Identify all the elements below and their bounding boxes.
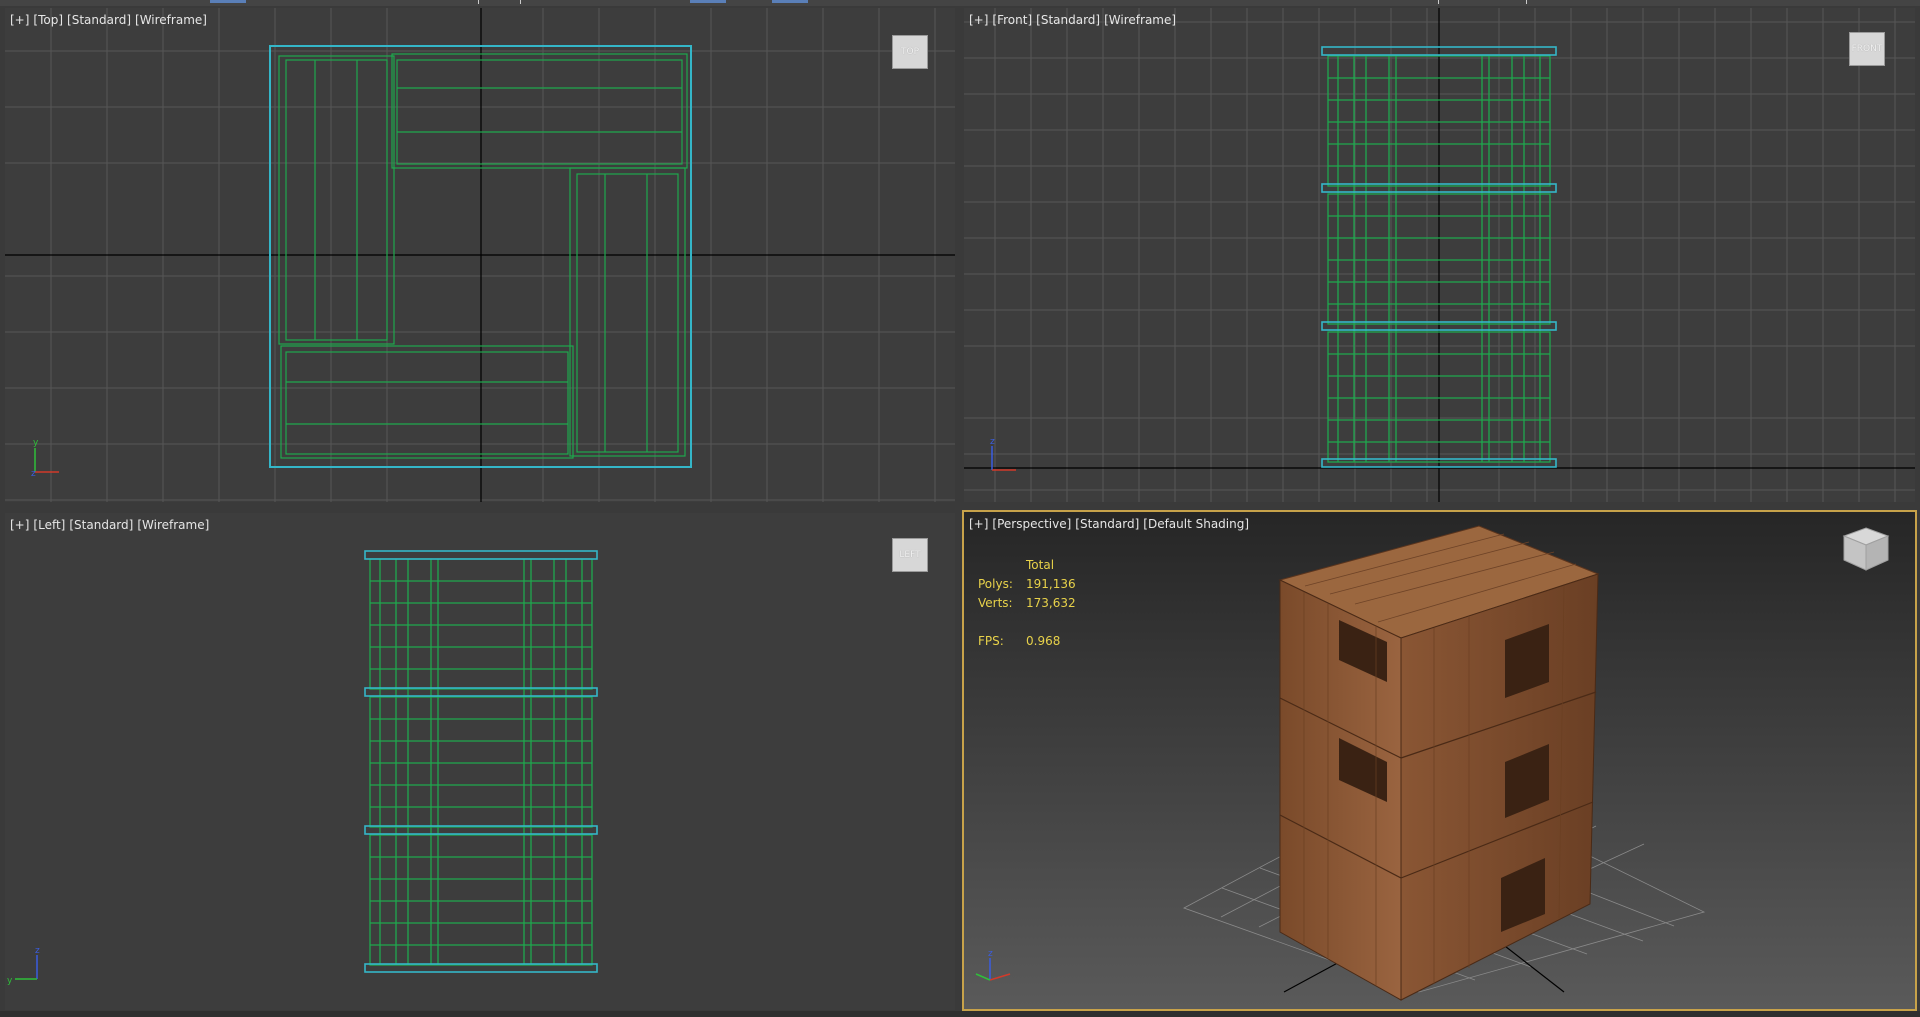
viewport-menu-plus[interactable]: [+] [969,517,988,531]
svg-text:y: y [7,976,13,986]
perspective-canvas[interactable]: z [964,512,1915,1009]
viewport-point-of-view[interactable]: [Front] [992,13,1032,27]
polys-value: 191,136 [1026,577,1076,591]
crate-wireframe-left [369,558,593,966]
verts-value: 173,632 [1026,596,1076,610]
viewport-standard-menu[interactable]: [Standard] [1075,517,1139,531]
svg-text:z: z [990,437,995,447]
viewport-top[interactable]: y z [+] [Top] [Standard] [Wireframe] TOP [5,8,955,502]
viewcube-icon[interactable]: TOP [892,35,928,69]
svg-text:y: y [33,438,39,448]
verts-label: Verts: [978,596,1013,610]
viewport-label-perspective[interactable]: [+] [Perspective] [Standard] [Default Shadi… [969,517,1253,531]
viewport-shading-menu[interactable]: [Default Shading] [1143,517,1249,531]
fps-label: FPS: [978,634,1004,648]
viewport-shading-menu[interactable]: [Wireframe] [137,518,209,532]
top-toolbar-strip [0,0,1920,6]
viewport-standard-menu[interactable]: [Standard] [67,13,131,27]
viewport-perspective[interactable]: z [+] [Perspective] [Standard] [Default Sha… [962,510,1917,1011]
viewport-point-of-view[interactable]: [Perspective] [992,517,1071,531]
viewport-label-top[interactable]: [+] [Top] [Standard] [Wireframe] [10,13,211,27]
viewport-label-front[interactable]: [+] [Front] [Standard] [Wireframe] [969,13,1180,27]
polys-label: Polys: [978,577,1013,591]
bottom-status-strip [0,1011,1920,1017]
viewport-standard-menu[interactable]: [Standard] [69,518,133,532]
viewport-label-left[interactable]: [+] [Left] [Standard] [Wireframe] [10,518,213,532]
toolbar-highlight [210,0,246,3]
front-view-canvas[interactable]: z [964,8,1915,502]
viewport-point-of-view[interactable]: [Left] [33,518,65,532]
viewport-menu-plus[interactable]: [+] [969,13,988,27]
viewport-shading-menu[interactable]: [Wireframe] [1104,13,1176,27]
ruler-tick [478,0,479,4]
axis-tripod-icon: z y [7,946,40,986]
svg-text:z: z [35,946,40,956]
stats-header: Total [1026,558,1055,572]
top-view-canvas[interactable]: y z [5,8,955,502]
svg-text:z: z [988,949,993,959]
viewport-point-of-view[interactable]: [Top] [33,13,63,27]
viewcube-icon[interactable]: FRONT [1849,32,1885,66]
toolbar-highlight [772,0,808,3]
ruler-tick [1438,0,1439,4]
viewport-menu-plus[interactable]: [+] [10,13,29,27]
viewcube-icon[interactable]: LEFT [892,538,928,572]
grid-axes [5,8,955,502]
svg-text:z: z [31,469,36,479]
viewport-left[interactable]: z y [+] [Left] [Standard] [Wireframe] LEFT [5,513,955,1010]
viewport-front[interactable]: z [+] [Front] [Standard] [Wireframe] FRONT [964,8,1915,502]
crate-wireframe-top [278,53,688,459]
ruler-tick [1526,0,1527,4]
viewport-shading-menu[interactable]: [Wireframe] [135,13,207,27]
crate-tops-selected [364,550,598,973]
ruler-tick [520,0,521,4]
fps-value: 0.968 [1026,634,1061,648]
viewport-menu-plus[interactable]: [+] [10,518,29,532]
left-view-canvas[interactable]: z y [5,513,955,1010]
viewport-standard-menu[interactable]: [Standard] [1036,13,1100,27]
grid-axes [964,8,1915,502]
scene-statistics: Total Polys: 191,136 Verts: 173,632 FPS: 0.… [978,556,1076,651]
toolbar-highlight [690,0,726,3]
